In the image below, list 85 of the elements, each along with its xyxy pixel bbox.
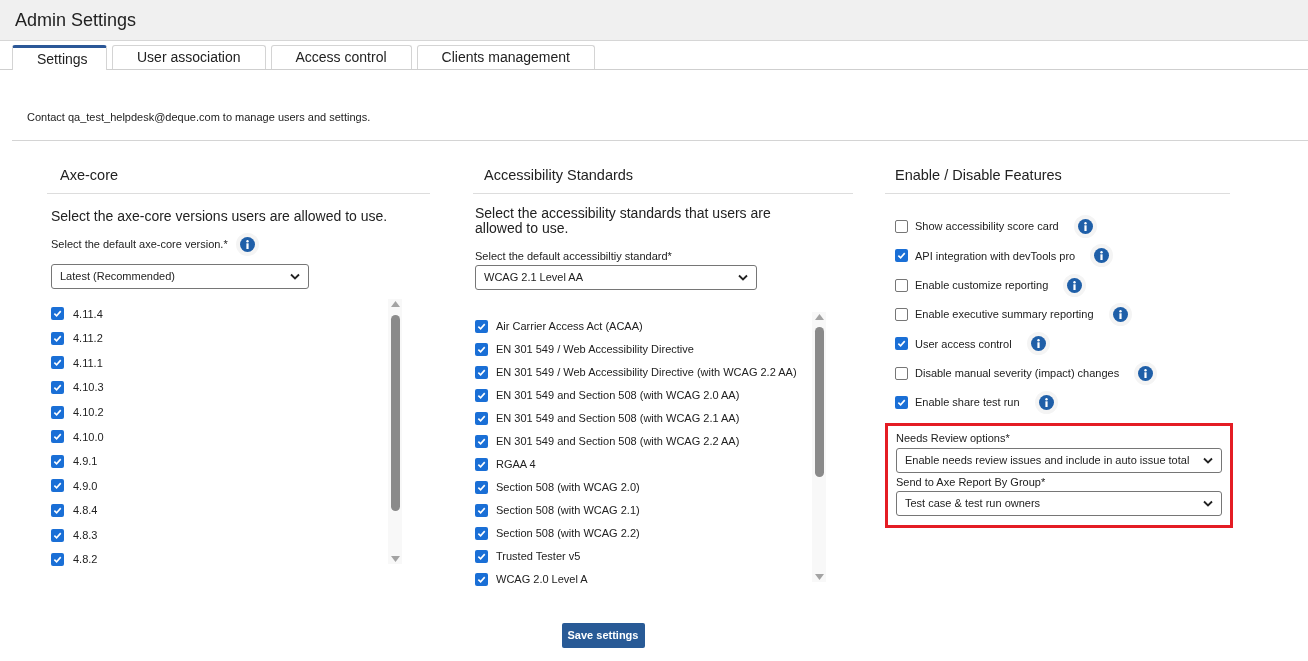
checkbox[interactable] xyxy=(51,331,64,345)
option-select[interactable]: Test case & test run owners xyxy=(896,491,1222,517)
tab[interactable]: Access control xyxy=(270,45,412,69)
checkbox[interactable] xyxy=(475,480,488,494)
checkbox[interactable] xyxy=(475,526,488,540)
version-label: 4.9.1 xyxy=(73,454,98,470)
chevron-icon xyxy=(1203,456,1213,464)
checkbox[interactable] xyxy=(895,308,908,322)
standard-label: WCAG 2.0 Level A xyxy=(496,571,588,587)
contact-note: Contact qa_test_helpdesk@deque.com to manage users and settings. xyxy=(27,111,371,123)
checkbox[interactable] xyxy=(475,342,488,356)
feature-label: Enable share test run xyxy=(915,395,1020,411)
feature-label: Disable manual severity (impact) changes xyxy=(915,365,1120,381)
standard-label: EN 301 549 and Section 508 (with WCAG 2.2 AA) xyxy=(496,433,740,449)
standard-select[interactable]: WCAG 2.1 Level AA xyxy=(475,264,757,290)
feature-label: Enable customize reporting xyxy=(915,278,1049,293)
checkbox[interactable] xyxy=(895,249,908,263)
checkbox[interactable] xyxy=(475,319,488,333)
checkbox[interactable] xyxy=(895,337,908,351)
field-label: Select the default accessibiltiy standard* xyxy=(475,249,673,264)
feature-label: User access control xyxy=(915,336,1012,352)
option-select[interactable]: Enable needs review issues and include in auto issue total xyxy=(896,447,1222,473)
section-heading: Enable / Disable Features xyxy=(895,167,1062,183)
section-heading: Axe-core xyxy=(60,167,119,183)
checkbox[interactable] xyxy=(51,454,64,468)
checkbox[interactable] xyxy=(475,549,488,563)
standard-label: EN 301 549 and Section 508 (with WCAG 2.1 AA) xyxy=(496,410,740,426)
checkbox[interactable] xyxy=(51,356,64,370)
version-label: 4.9.0 xyxy=(73,478,98,494)
tab[interactable]: Clients management xyxy=(416,45,595,69)
page-title: Admin Settings xyxy=(15,8,137,32)
feature-label: API integration with devTools pro xyxy=(915,248,1076,264)
version-select[interactable]: Latest (Recommended) xyxy=(51,263,309,289)
checkbox[interactable] xyxy=(475,434,488,448)
field-label: Needs Review options* xyxy=(896,431,1011,447)
checkbox[interactable] xyxy=(475,411,488,425)
standard-label: EN 301 549 / Web Accessibility Directive (with WCAG 2.2 AA) xyxy=(496,364,797,380)
tab[interactable]: Settings xyxy=(12,45,107,70)
chevron-icon xyxy=(290,272,300,280)
chevron-icon xyxy=(1203,500,1213,508)
version-label: 4.10.2 xyxy=(73,404,104,420)
version-label: 4.11.1 xyxy=(73,355,103,371)
standard-label: Section 508 (with WCAG 2.2) xyxy=(496,525,640,541)
checkbox[interactable] xyxy=(475,457,488,471)
version-label: 4.11.4 xyxy=(73,306,103,322)
section-description: Select the axe-core versions users are allowed to use. xyxy=(51,207,389,226)
feature-label: Show accessibility score card xyxy=(915,219,1059,235)
feature-label: Enable executive summary reporting xyxy=(915,307,1094,323)
version-label: 4.8.2 xyxy=(73,552,98,568)
checkbox[interactable] xyxy=(51,430,64,444)
version-label: 4.10.0 xyxy=(73,429,104,445)
checkbox[interactable] xyxy=(51,405,64,419)
section-heading: Accessibility Standards xyxy=(484,167,634,183)
standard-label: Trusted Tester v5 xyxy=(496,548,581,564)
tab[interactable]: User association xyxy=(112,45,266,69)
checkbox[interactable] xyxy=(895,220,908,234)
version-label: 4.10.3 xyxy=(73,380,104,396)
checkbox[interactable] xyxy=(51,504,64,518)
version-label: 4.8.4 xyxy=(73,503,98,519)
checkbox[interactable] xyxy=(51,553,64,567)
standard-label: Air Carrier Access Act (ACAA) xyxy=(496,318,643,334)
standard-label: Section 508 (with WCAG 2.1) xyxy=(496,502,640,518)
standard-label: Section 508 (with WCAG 2.0) xyxy=(496,479,640,495)
section-description: Select the accessibility standards that users are allowed to use. xyxy=(475,206,772,236)
checkbox[interactable] xyxy=(51,528,64,542)
checkbox[interactable] xyxy=(475,365,488,379)
chevron-icon xyxy=(738,273,748,281)
save-button[interactable]: Save settings xyxy=(561,622,645,648)
checkbox[interactable] xyxy=(51,479,64,493)
checkbox[interactable] xyxy=(475,572,488,586)
version-label: 4.11.2 xyxy=(73,331,103,347)
checkbox[interactable] xyxy=(51,381,64,395)
standard-label: RGAA 4 xyxy=(496,456,536,472)
standard-label: EN 301 549 and Section 508 (with WCAG 2.0 AA) xyxy=(496,387,740,403)
info-icon[interactable] xyxy=(239,236,255,252)
checkbox[interactable] xyxy=(895,395,908,409)
checkbox[interactable] xyxy=(895,366,908,380)
standard-label: EN 301 549 / Web Accessibility Directive xyxy=(496,341,694,357)
checkbox[interactable] xyxy=(475,503,488,517)
field-label: Select the default axe-core version.* xyxy=(51,237,228,252)
version-label: 4.8.3 xyxy=(73,527,98,543)
checkbox[interactable] xyxy=(895,278,908,292)
field-label: Send to Axe Report By Group* xyxy=(896,474,1047,490)
checkbox[interactable] xyxy=(51,307,64,321)
checkbox[interactable] xyxy=(475,388,488,402)
